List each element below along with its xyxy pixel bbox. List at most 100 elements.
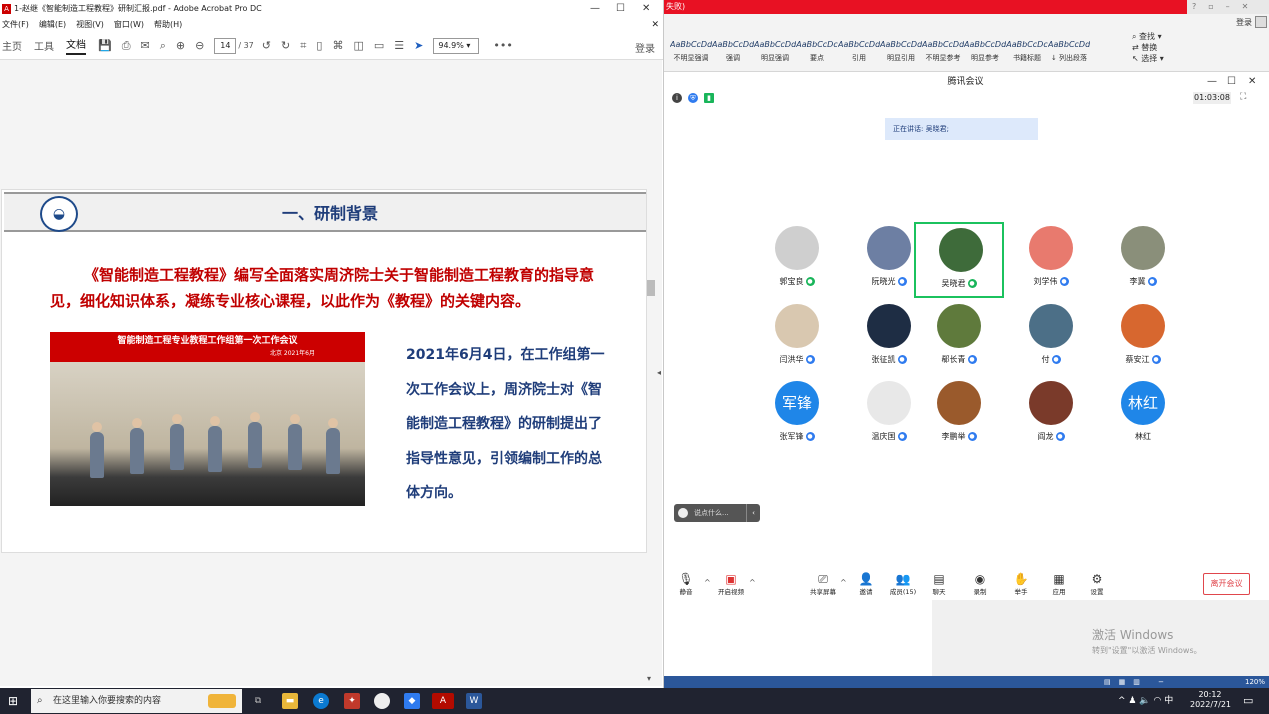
- prev-page-icon[interactable]: ⊕: [176, 39, 185, 52]
- collapse-chat-icon[interactable]: ‹: [746, 504, 760, 522]
- minimize-icon[interactable]: —: [1207, 74, 1217, 90]
- audio-options-chevron-icon[interactable]: ^: [704, 578, 711, 587]
- close-icon[interactable]: ✕: [1248, 74, 1256, 90]
- style-gallery-item[interactable]: AaBbCcDd 强调: [712, 38, 754, 66]
- start-video-button[interactable]: ▣ 开启视频: [714, 572, 748, 596]
- style-gallery-item[interactable]: AaBbCcDd 不明显强调: [670, 38, 712, 66]
- file-explorer-icon[interactable]: ▬: [282, 693, 298, 709]
- leave-meeting-button[interactable]: 离开会议: [1203, 573, 1250, 595]
- notification-icon[interactable]: ▭: [1243, 694, 1253, 707]
- participant-tile[interactable]: 郭宝良 ●: [752, 222, 842, 298]
- scroll-mode-icon[interactable]: ☰: [394, 39, 404, 52]
- word-zoom-level[interactable]: 120%: [1245, 676, 1265, 688]
- participant-tile[interactable]: 闫洪华 ●: [752, 300, 842, 376]
- compare-icon[interactable]: ◫: [353, 39, 363, 52]
- task-view-icon[interactable]: ⧉: [250, 693, 266, 709]
- style-gallery-item[interactable]: AaBbCcDd 明显参考: [964, 38, 1006, 66]
- emoji-icon[interactable]: [678, 508, 688, 518]
- video-options-chevron-icon[interactable]: ^: [749, 578, 756, 587]
- windows-start-icon[interactable]: ⊞: [8, 694, 22, 708]
- replace-button[interactable]: ⇄ 替换: [1132, 42, 1164, 53]
- tab-tools[interactable]: 工具: [34, 38, 54, 53]
- select-button[interactable]: ↖ 选择 ▾: [1132, 53, 1164, 64]
- create-pdf-icon[interactable]: ▯: [316, 39, 322, 52]
- browser-icon[interactable]: [374, 693, 390, 709]
- share-screen-button[interactable]: ⎚ 共享屏幕: [806, 572, 840, 596]
- style-gallery-item[interactable]: AaBbCcDd 不明显参考: [922, 38, 964, 66]
- email-icon[interactable]: ✉: [141, 39, 150, 52]
- participant-tile[interactable]: 蔡安江 ●: [1098, 300, 1188, 376]
- apps-button[interactable]: ▦ 应用: [1042, 572, 1076, 596]
- mute-button[interactable]: 🎙 静音: [669, 572, 703, 596]
- search-icon[interactable]: ⌕: [160, 39, 166, 53]
- minimize-icon[interactable]: —: [590, 0, 600, 18]
- rotate-cw-icon[interactable]: ↻: [281, 39, 290, 52]
- style-gallery-item[interactable]: AaBbCcDd 明显强调: [754, 38, 796, 66]
- word-login-button[interactable]: 登录: [1236, 16, 1267, 28]
- participant-tile[interactable]: 阎龙 ●: [1006, 377, 1096, 453]
- acrobat-login-button[interactable]: 登录: [635, 40, 655, 55]
- style-gallery-item[interactable]: AaBbCcDc 要点: [796, 38, 838, 66]
- edge-icon[interactable]: e: [313, 693, 329, 709]
- security-shield-icon[interactable]: ⛨: [688, 93, 698, 103]
- tray-app-icon[interactable]: ♟: [1128, 696, 1136, 706]
- acrobat-taskbar-icon[interactable]: A: [432, 693, 454, 709]
- page-number-input[interactable]: 14: [214, 37, 237, 54]
- tencent-meeting-icon[interactable]: ◆: [404, 693, 420, 709]
- present-icon[interactable]: ▭: [374, 39, 384, 52]
- participant-tile[interactable]: 刘学伟 ●: [1006, 222, 1096, 298]
- chat-quick-input[interactable]: 说点什么... ‹: [674, 504, 760, 522]
- style-gallery-item[interactable]: AaBbCcDd 引用: [838, 38, 880, 66]
- tray-expand-icon[interactable]: ^: [1118, 696, 1126, 706]
- word-taskbar-icon[interactable]: W: [466, 693, 482, 709]
- chat-button[interactable]: ▤ 聊天: [922, 572, 956, 596]
- fullscreen-icon[interactable]: ⛶: [1240, 92, 1246, 102]
- tab-home[interactable]: 主页: [2, 38, 22, 53]
- scroll-down-icon[interactable]: ▾: [647, 674, 651, 683]
- menu-help[interactable]: 帮助(H): [154, 18, 182, 32]
- find-button[interactable]: ⌕ 查找 ▾: [1132, 31, 1164, 42]
- menu-window[interactable]: 窗口(W): [114, 18, 144, 32]
- members-button[interactable]: 👥 成员(15): [886, 572, 920, 596]
- participant-tile[interactable]: 军锋 张军锋 ●: [752, 377, 842, 453]
- save-icon[interactable]: 💾: [98, 39, 112, 52]
- menu-view[interactable]: 视图(V): [76, 18, 104, 32]
- info-icon[interactable]: i: [672, 93, 682, 103]
- raise-hand-button[interactable]: ✋ 举手: [1004, 572, 1038, 596]
- invite-button[interactable]: 👤 邀请: [849, 572, 883, 596]
- zoom-select[interactable]: 94.9% ▾: [433, 37, 480, 54]
- settings-button[interactable]: ⚙ 设置: [1080, 572, 1114, 596]
- tab-document[interactable]: 文档: [66, 36, 86, 55]
- organize-pages-icon[interactable]: ⌘: [332, 39, 343, 52]
- vertical-scrollbar-thumb[interactable]: [647, 280, 655, 296]
- style-gallery-item[interactable]: AaBbCcDd ↓ 列出段落: [1048, 38, 1090, 66]
- app-icon[interactable]: ✦: [344, 693, 360, 709]
- taskbar-search-input[interactable]: ⌕ 在这里输入你要搜索的内容: [31, 689, 242, 713]
- volume-icon[interactable]: 🔈: [1139, 696, 1150, 706]
- close-document-icon[interactable]: ✕: [651, 18, 659, 32]
- rotate-ccw-icon[interactable]: ↺: [262, 39, 271, 52]
- style-gallery-item[interactable]: AaBbCcDc 书籍标题: [1006, 38, 1048, 66]
- menu-edit[interactable]: 编辑(E): [39, 18, 66, 32]
- style-gallery-item[interactable]: AaBbCcDd 明显引用: [880, 38, 922, 66]
- taskbar-clock[interactable]: 20:12 2022/7/21: [1190, 690, 1231, 710]
- participant-tile[interactable]: 吴晓君 ●: [914, 222, 1004, 298]
- print-icon[interactable]: ⎙: [122, 39, 131, 53]
- collapse-pane-icon[interactable]: ◂: [657, 368, 661, 377]
- close-icon[interactable]: ✕: [642, 0, 650, 18]
- participant-tile[interactable]: 郗长青 ●: [914, 300, 1004, 376]
- next-page-icon[interactable]: ⊖: [195, 39, 204, 52]
- participant-tile[interactable]: 林红 林红: [1098, 377, 1188, 453]
- word-window-controls[interactable]: ? ▫ – ✕: [1188, 0, 1269, 14]
- crop-icon[interactable]: ⌗: [300, 39, 306, 53]
- record-button[interactable]: ◉ 录制: [963, 572, 997, 596]
- wifi-icon[interactable]: ◠: [1153, 696, 1161, 706]
- select-tool-icon[interactable]: ➤: [414, 39, 423, 52]
- ime-indicator[interactable]: 中: [1164, 696, 1173, 706]
- participant-tile[interactable]: 李鹏举 ●: [914, 377, 1004, 453]
- participant-tile[interactable]: 付 ●: [1006, 300, 1096, 376]
- signal-icon[interactable]: ▮: [704, 93, 714, 103]
- participant-tile[interactable]: 李冀 ●: [1098, 222, 1188, 298]
- more-tools-icon[interactable]: •••: [493, 39, 512, 52]
- menu-file[interactable]: 文件(F): [2, 18, 29, 32]
